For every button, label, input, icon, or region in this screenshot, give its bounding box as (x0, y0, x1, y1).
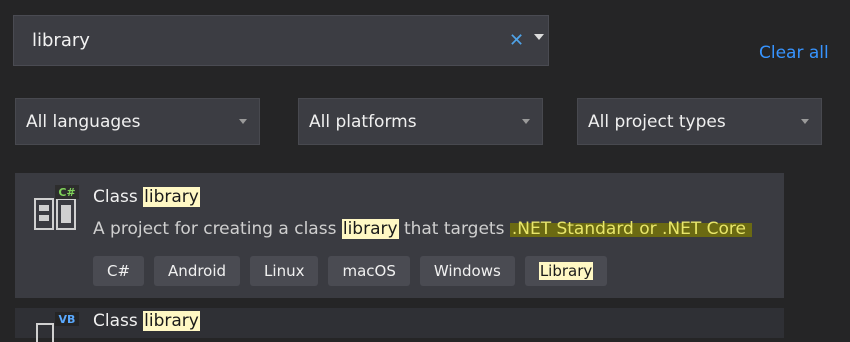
class-library-icon: C# (34, 185, 79, 230)
highlighted-framework-text: .NET Standard or .NET Core (509, 219, 753, 239)
tag-windows[interactable]: Windows (419, 256, 515, 286)
template-item-class-library-csharp[interactable]: C# Class library A project for creating … (15, 173, 784, 298)
search-match-highlight: library (341, 219, 399, 239)
search-history-dropdown-icon[interactable] (534, 34, 544, 40)
language-filter-dropdown[interactable]: All languages (15, 98, 260, 145)
template-title: Class library (93, 311, 200, 331)
tag-android[interactable]: Android (154, 256, 241, 286)
tag-csharp[interactable]: C# (93, 256, 145, 286)
project-type-filter-label: All project types (588, 112, 726, 132)
template-title: Class library (93, 187, 200, 207)
chevron-down-icon (801, 119, 809, 124)
search-match-highlight: library (143, 187, 200, 207)
clear-search-icon[interactable]: ✕ (509, 28, 524, 54)
template-item-class-library-vb[interactable]: VB Class library (15, 308, 784, 342)
description-part: that targets (398, 219, 510, 239)
template-tags: C# Android Linux macOS Windows Library (93, 256, 608, 286)
template-description: A project for creating a class library t… (93, 219, 753, 239)
tag-macos[interactable]: macOS (328, 256, 410, 286)
csharp-badge: C# (58, 186, 75, 199)
chevron-down-icon (239, 119, 247, 124)
search-match-highlight: library (143, 311, 200, 331)
platform-filter-label: All platforms (309, 112, 417, 132)
vb-badge: VB (59, 313, 76, 326)
tag-library[interactable]: Library (524, 256, 608, 286)
clear-all-link[interactable]: Clear all (759, 43, 829, 63)
description-part: A project for creating a class (93, 219, 342, 239)
template-title-prefix: Class (93, 311, 144, 331)
search-box[interactable]: library ✕ (13, 15, 549, 66)
class-library-vb-icon: VB (36, 312, 79, 342)
project-type-filter-dropdown[interactable]: All project types (577, 98, 822, 145)
search-match-highlight: Library (538, 262, 594, 280)
tag-linux[interactable]: Linux (250, 256, 319, 286)
chevron-down-icon (522, 119, 530, 124)
template-title-prefix: Class (93, 187, 144, 207)
search-input[interactable]: library (32, 30, 90, 51)
platform-filter-dropdown[interactable]: All platforms (298, 98, 543, 145)
language-filter-label: All languages (26, 112, 141, 132)
